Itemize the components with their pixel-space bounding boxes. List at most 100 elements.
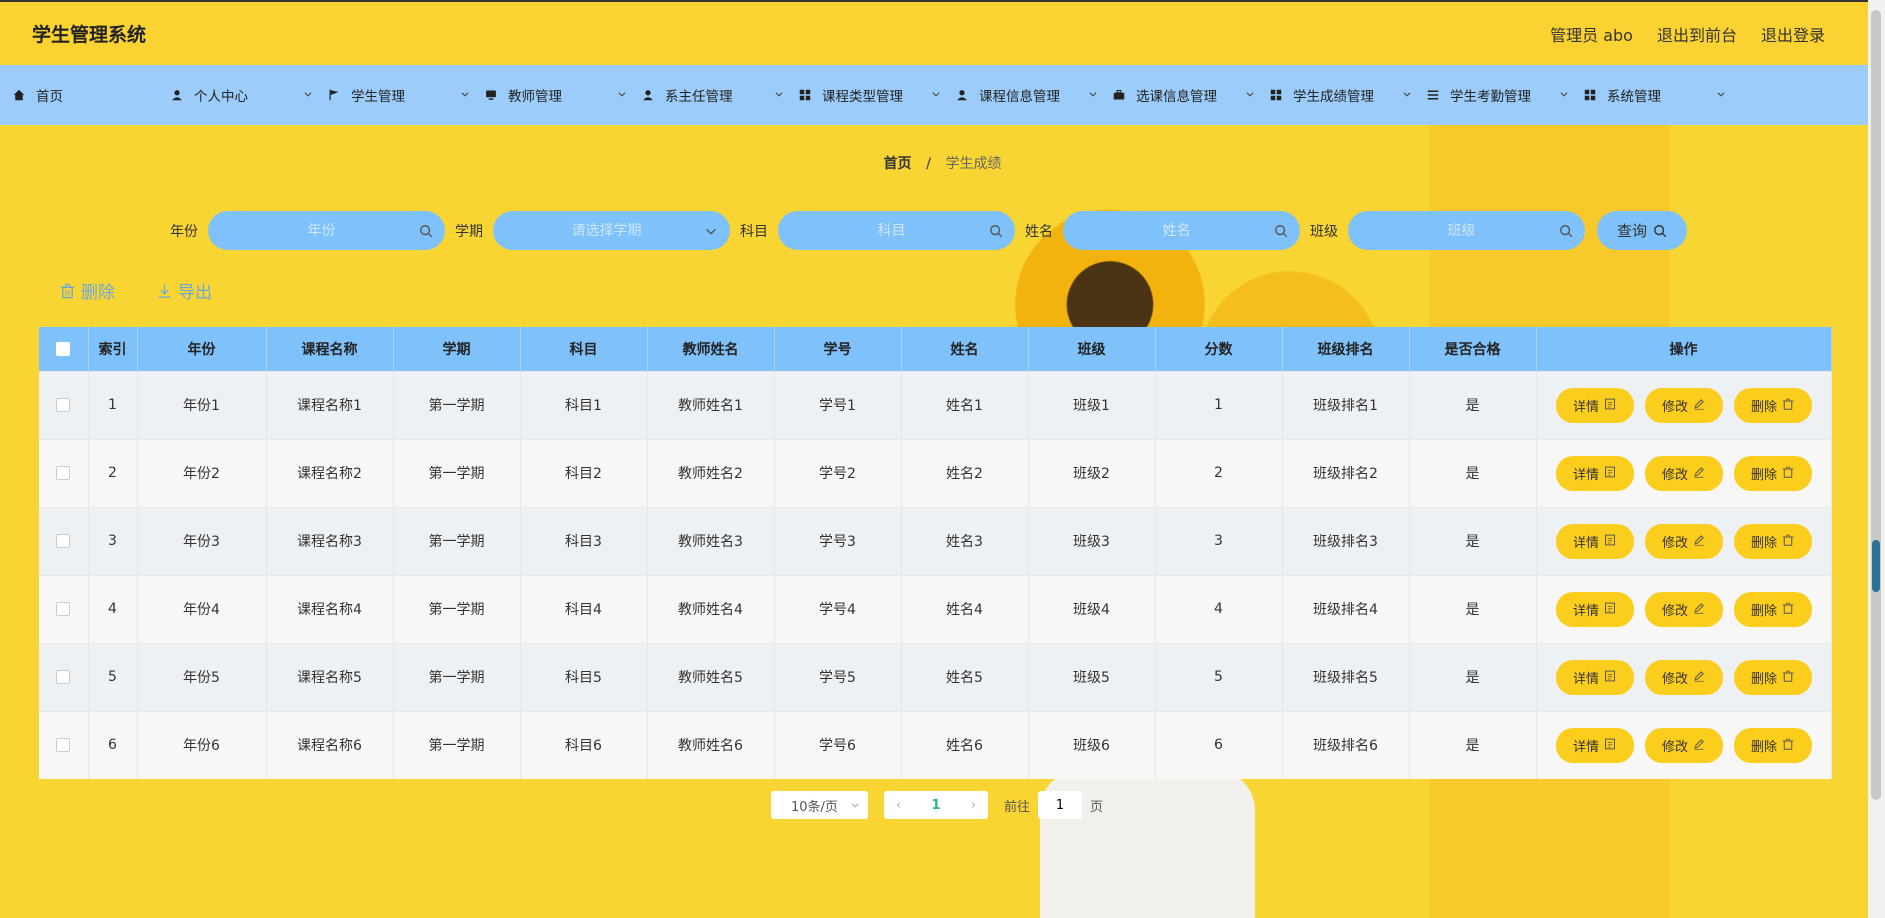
logout-link[interactable]: 退出登录 <box>1761 22 1825 46</box>
nav-item-4[interactable]: 系主任管理 <box>641 65 798 125</box>
nav-item-9[interactable]: 学生考勤管理 <box>1426 65 1583 125</box>
detail-label: 详情 <box>1572 738 1599 754</box>
class-input[interactable] <box>1364 222 1559 239</box>
table-cell: 姓名2 <box>901 439 1029 507</box>
detail-button[interactable]: 详情 <box>1555 591 1634 627</box>
table-cell: 3 <box>88 507 138 575</box>
nav-item-7[interactable]: 选课信息管理 <box>1112 65 1269 125</box>
top-links: 管理员 abo 退出到前台 退出登录 <box>1550 22 1825 46</box>
goto-label: 前往 <box>1004 799 1031 815</box>
trash-icon <box>60 283 75 298</box>
table-cell: 第一学期 <box>393 507 521 575</box>
query-button[interactable]: 查询 <box>1597 211 1687 250</box>
table-cell: 第一学期 <box>393 643 521 711</box>
nav-item-6[interactable]: 课程信息管理 <box>955 65 1112 125</box>
table-cell: 班级排名4 <box>1282 575 1410 643</box>
table-cell: 学号2 <box>774 439 902 507</box>
row-checkbox[interactable] <box>56 738 71 753</box>
column-header: 科目 <box>520 327 648 371</box>
table-cell: 班级排名5 <box>1282 643 1410 711</box>
export-label: 导出 <box>178 283 212 303</box>
main-nav: 首页 个人中心 学生管理 教师管理 系主任管理 课程类型管理 课程信息管理 选课信息管理 学生成… <box>0 65 1885 125</box>
table-cell: 班级5 <box>1028 643 1156 711</box>
delete-button[interactable]: 删除 <box>1733 659 1812 695</box>
table-cell: 班级3 <box>1028 507 1156 575</box>
table-cell: 学号4 <box>774 575 902 643</box>
row-checkbox[interactable] <box>56 534 71 548</box>
page-scrollbar[interactable] <box>1868 0 1885 918</box>
row-checkbox[interactable] <box>56 602 71 616</box>
breadcrumb-current: 学生成绩 <box>945 156 1002 172</box>
column-header: 是否合格 <box>1409 327 1537 371</box>
edit-button[interactable]: 修改 <box>1644 727 1723 763</box>
row-checkbox[interactable] <box>56 398 71 412</box>
table-row: 2 年份2 课程名称2 第一学期 科目2 教师姓名2 学号2 姓名2 班级2 2 班级排名2 是详情修… <box>39 439 1832 507</box>
delete-button[interactable]: 删除 <box>1733 387 1812 423</box>
table-cell: 4 <box>88 575 138 643</box>
nav-item-5[interactable]: 课程类型管理 <box>798 65 955 125</box>
column-header: 年份 <box>137 327 267 371</box>
current-page[interactable]: 1 <box>913 798 959 813</box>
detail-button[interactable]: 详情 <box>1555 523 1634 559</box>
chevron-down-icon <box>1559 89 1573 102</box>
column-header: 索引 <box>88 327 138 371</box>
row-checkbox[interactable] <box>56 670 71 684</box>
table-cell: 课程名称5 <box>266 643 394 711</box>
table-header-row: 索引 年份 课程名称 学期 科目 教师姓名 学号 姓名 班级 分数 班级排名 是否合格 操作 <box>39 327 1832 371</box>
name-input[interactable] <box>1079 222 1274 239</box>
admin-user-link[interactable]: 管理员 abo <box>1550 22 1633 46</box>
detail-button[interactable]: 详情 <box>1555 387 1634 423</box>
nav-item-10[interactable]: 系统管理 <box>1583 65 1740 125</box>
page-size-select[interactable]: 10条/页 <box>771 791 868 819</box>
detail-button[interactable]: 详情 <box>1555 659 1634 695</box>
edit-button[interactable]: 修改 <box>1644 387 1723 423</box>
delete-button[interactable]: 删除 <box>1733 591 1812 627</box>
nav-item-8[interactable]: 学生成绩管理 <box>1269 65 1426 125</box>
term-input[interactable] <box>509 222 704 239</box>
scrollbar-thumb[interactable] <box>1871 10 1881 800</box>
chevron-down-icon <box>1716 89 1730 102</box>
delete-label: 删除 <box>1750 398 1777 414</box>
nav-item-3[interactable]: 教师管理 <box>484 65 641 125</box>
delete-button[interactable]: 删除 <box>1733 727 1812 763</box>
detail-button[interactable]: 详情 <box>1555 727 1634 763</box>
bulk-delete-button[interactable]: 删除 <box>60 278 115 303</box>
table-cell: 班级4 <box>1028 575 1156 643</box>
search-icon <box>990 224 1003 237</box>
nav-item-0[interactable]: 首页 <box>12 65 170 125</box>
column-header: 操作 <box>1536 327 1832 371</box>
document-icon <box>1604 466 1616 481</box>
bulk-actions: 删除 导出 <box>60 278 1885 303</box>
next-page-icon[interactable]: › <box>959 798 988 813</box>
row-select-cell <box>39 371 89 439</box>
table-cell: 姓名4 <box>901 575 1029 643</box>
row-checkbox[interactable] <box>56 466 71 480</box>
term-select[interactable] <box>493 211 730 250</box>
goto-page-input[interactable] <box>1038 791 1083 819</box>
edit-button[interactable]: 修改 <box>1644 591 1723 627</box>
export-button[interactable]: 导出 <box>157 278 212 303</box>
breadcrumb-home[interactable]: 首页 <box>883 156 911 172</box>
edit-label: 修改 <box>1661 534 1688 550</box>
subject-input[interactable] <box>794 222 989 239</box>
detail-button[interactable]: 详情 <box>1555 455 1634 491</box>
year-input[interactable] <box>224 222 419 239</box>
scores-table: 索引 年份 课程名称 学期 科目 教师姓名 学号 姓名 班级 分数 班级排名 是否合格 操作 1 年份1 课… <box>39 327 1832 779</box>
delete-button[interactable]: 删除 <box>1733 455 1812 491</box>
back-to-front-link[interactable]: 退出到前台 <box>1657 22 1737 46</box>
nav-item-2[interactable]: 学生管理 <box>327 65 484 125</box>
user-icon <box>170 88 184 102</box>
trash-icon <box>1782 466 1794 481</box>
select-all-checkbox[interactable] <box>56 341 71 356</box>
nav-item-1[interactable]: 个人中心 <box>170 65 327 125</box>
prev-page-icon[interactable]: ‹ <box>884 798 913 813</box>
delete-button[interactable]: 删除 <box>1733 523 1812 559</box>
edit-button[interactable]: 修改 <box>1644 523 1723 559</box>
table-cell: 是 <box>1409 711 1537 779</box>
row-actions-cell: 详情 修改 删除 <box>1536 575 1832 643</box>
edit-button[interactable]: 修改 <box>1644 455 1723 491</box>
table-cell: 年份5 <box>137 643 267 711</box>
search-icon <box>1275 224 1288 237</box>
table-cell: 1 <box>88 371 138 439</box>
edit-button[interactable]: 修改 <box>1644 659 1723 695</box>
